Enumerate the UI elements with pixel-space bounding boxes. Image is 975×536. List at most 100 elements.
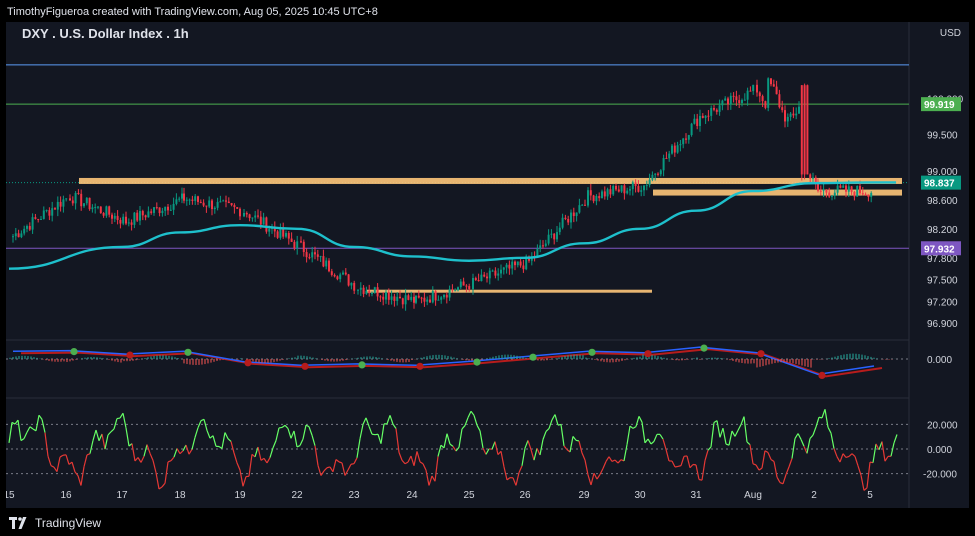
oscillator-segment bbox=[641, 421, 646, 443]
candle bbox=[497, 273, 500, 276]
candle bbox=[387, 292, 390, 300]
oscillator-segment bbox=[542, 431, 547, 440]
candle bbox=[423, 297, 426, 302]
oscillator-segment bbox=[584, 459, 589, 475]
oscillator-segment bbox=[47, 455, 52, 466]
candle bbox=[350, 282, 353, 286]
candle bbox=[194, 196, 197, 201]
candle bbox=[440, 297, 443, 300]
oscillator-segment bbox=[185, 444, 190, 455]
oscillator-segment bbox=[437, 445, 442, 457]
candle bbox=[183, 193, 185, 201]
candle bbox=[48, 210, 51, 216]
candle bbox=[102, 213, 105, 216]
candle bbox=[511, 261, 514, 269]
oscillator-segment bbox=[890, 442, 895, 457]
candle bbox=[429, 299, 431, 303]
oscillator-segment bbox=[392, 423, 397, 429]
oscillator-segment bbox=[800, 439, 805, 447]
oscillator-segment bbox=[197, 420, 202, 429]
candle bbox=[558, 227, 561, 233]
candle bbox=[23, 228, 26, 234]
oscillator-segment bbox=[521, 448, 526, 466]
candle bbox=[385, 292, 387, 300]
oscillator-segment bbox=[575, 439, 580, 442]
oscillator-segment bbox=[8, 422, 13, 443]
candle bbox=[578, 205, 581, 213]
oscillator-segment bbox=[338, 461, 343, 464]
candle bbox=[870, 193, 873, 197]
candle bbox=[707, 115, 710, 117]
oscillator-segment bbox=[80, 466, 85, 486]
candle bbox=[111, 214, 113, 219]
candle bbox=[268, 228, 271, 232]
candle bbox=[94, 206, 97, 208]
candle bbox=[806, 85, 809, 175]
candle bbox=[251, 217, 254, 219]
chart-canvas[interactable]: 100.00099.50099.00098.60098.20097.80097.… bbox=[6, 22, 969, 508]
oscillator-segment bbox=[113, 418, 118, 430]
oscillator-segment bbox=[443, 433, 448, 449]
candle bbox=[91, 207, 94, 210]
time-tick-label: 25 bbox=[463, 490, 475, 501]
candle bbox=[474, 278, 477, 281]
candle bbox=[99, 206, 102, 214]
oscillator-segment bbox=[332, 459, 337, 472]
candle bbox=[468, 286, 471, 290]
candle bbox=[831, 195, 833, 197]
candle bbox=[856, 186, 859, 197]
oscillator-segment bbox=[872, 443, 877, 463]
candle bbox=[158, 207, 161, 214]
candle bbox=[685, 138, 687, 140]
oscillator-tick-label: 0.000 bbox=[927, 445, 952, 456]
candle bbox=[88, 197, 91, 210]
oscillator-segment bbox=[404, 461, 409, 465]
oscillator-segment bbox=[23, 431, 28, 439]
candle bbox=[687, 135, 690, 140]
oscillator-segment bbox=[758, 467, 763, 471]
time-tick-label: 2 bbox=[811, 490, 817, 501]
candle bbox=[336, 276, 339, 280]
candle bbox=[494, 270, 497, 276]
candle bbox=[665, 158, 668, 160]
candle bbox=[213, 207, 216, 210]
candle bbox=[85, 197, 88, 204]
oscillator-segment bbox=[275, 427, 280, 441]
symbol-legend: DXY . U.S. Dollar Index . 1h bbox=[22, 26, 189, 41]
oscillator-segment bbox=[695, 464, 700, 480]
oscillator-segment bbox=[212, 435, 217, 447]
oscillator-segment bbox=[536, 448, 541, 456]
candle bbox=[155, 207, 158, 209]
chart-panel[interactable]: 100.00099.50099.00098.60098.20097.80097.… bbox=[6, 22, 969, 508]
candle bbox=[784, 110, 786, 122]
tradingview-brand[interactable]: TradingView bbox=[9, 516, 101, 530]
candle bbox=[839, 185, 842, 188]
time-tick-label: 22 bbox=[291, 490, 303, 501]
resistance-zone-0 bbox=[79, 177, 902, 184]
oscillator-segment bbox=[623, 444, 628, 461]
oscillator-segment bbox=[794, 433, 799, 439]
candle bbox=[233, 205, 236, 208]
candle bbox=[45, 210, 48, 212]
oscillator-segment bbox=[17, 420, 22, 441]
oscillator-segment bbox=[767, 452, 772, 460]
oscillator-segment bbox=[749, 444, 754, 464]
oscillator-segment bbox=[35, 415, 40, 431]
candle bbox=[185, 199, 188, 201]
price-badge-label-0: 99.919 bbox=[924, 100, 955, 111]
candle bbox=[276, 231, 279, 238]
tradingview-logo-icon bbox=[9, 517, 27, 529]
currency-unit-label[interactable]: USD bbox=[940, 28, 961, 39]
candle bbox=[300, 241, 302, 243]
macd-cross-dot bbox=[757, 350, 765, 358]
candle bbox=[434, 290, 437, 301]
oscillator-segment bbox=[176, 448, 181, 454]
candle bbox=[595, 196, 598, 202]
candle bbox=[842, 185, 845, 188]
candle bbox=[130, 222, 133, 225]
candle bbox=[581, 204, 584, 206]
candle bbox=[671, 145, 673, 154]
oscillator-segment bbox=[308, 426, 313, 436]
oscillator-segment bbox=[296, 444, 301, 448]
oscillator-segment bbox=[389, 415, 394, 425]
